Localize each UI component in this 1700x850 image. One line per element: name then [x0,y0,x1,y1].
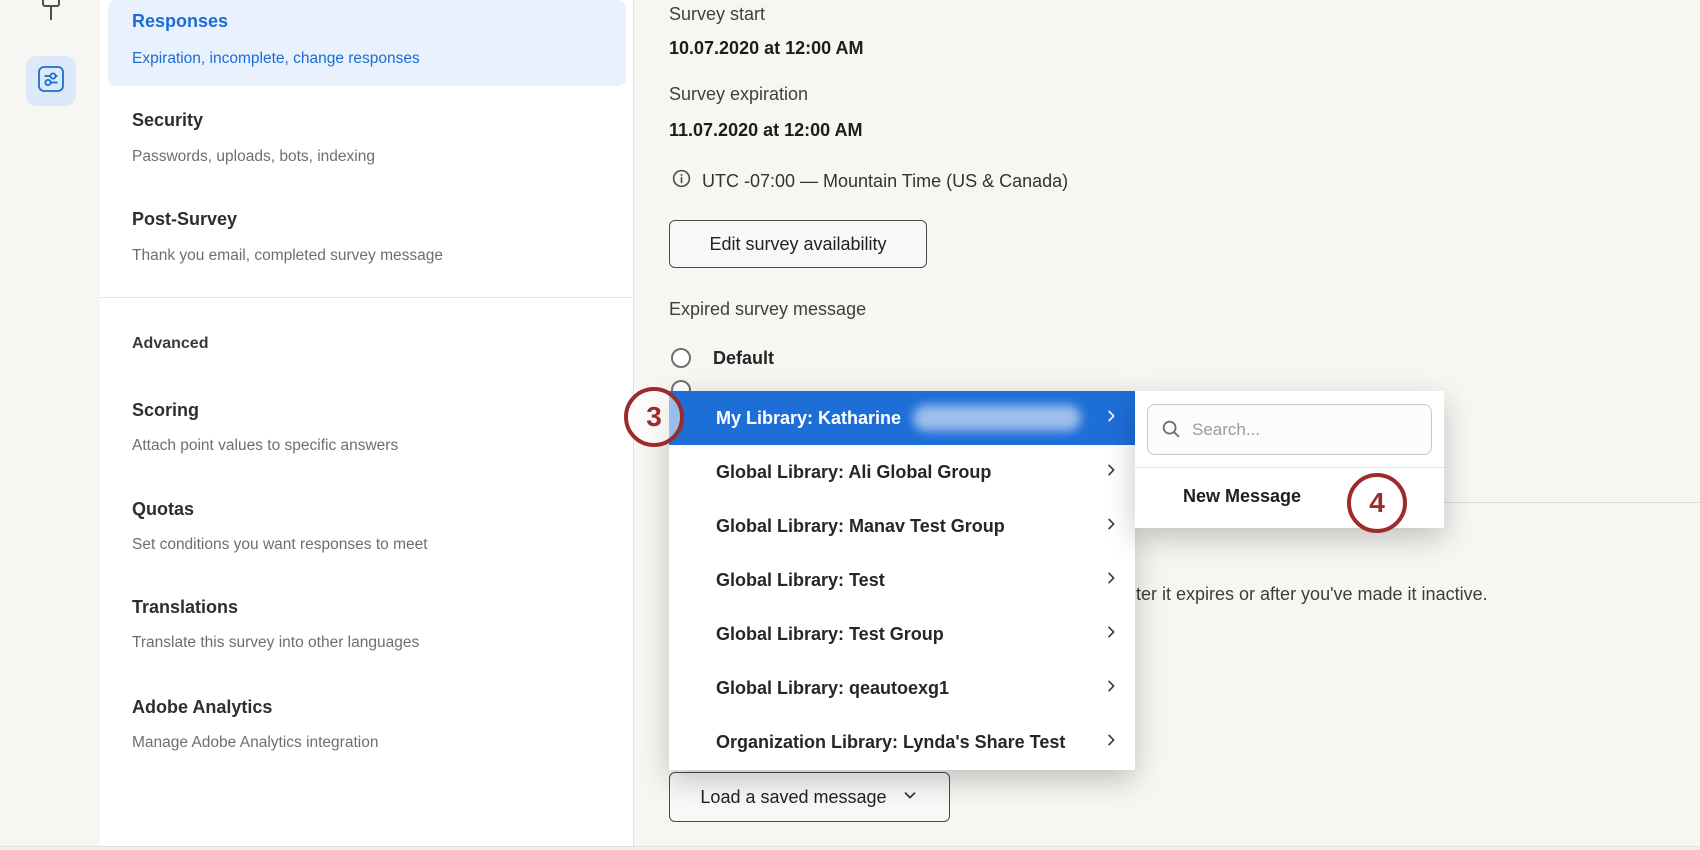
sidebar-item-security-desc: Passwords, uploads, bots, indexing [132,148,375,166]
menu-item-label: Organization Library: Lynda's Share Test [716,732,1065,753]
survey-options-screen: Responses Expiration, incomplete, change… [0,0,1700,850]
sidebar-section-advanced: Advanced [132,335,208,353]
sidebar-item-adobe-analytics-desc: Manage Adobe Analytics integration [132,734,378,752]
sidebar-item-translations-desc: Translate this survey into other languag… [132,634,419,652]
chevron-right-icon [1103,678,1119,699]
timezone-text: UTC -07:00 — Mountain Time (US & Canada) [702,171,1068,192]
survey-expiration-label: Survey expiration [669,84,808,105]
survey-start-value: 10.07.2020 at 12:00 AM [669,38,863,59]
sidebar-item-post-survey-desc: Thank you email, completed survey messag… [132,247,443,265]
sidebar-item-scoring-desc: Attach point values to specific answers [132,437,398,455]
menu-item-lyndas-share-test[interactable]: Organization Library: Lynda's Share Test [669,715,1135,769]
search-input[interactable] [1147,404,1432,455]
timezone-row: UTC -07:00 — Mountain Time (US & Canada) [671,168,1068,194]
menu-item-test[interactable]: Global Library: Test [669,553,1135,607]
chevron-right-icon [1103,624,1119,645]
menu-item-label: Global Library: qeautoexg1 [716,678,949,699]
chevron-right-icon [1103,516,1119,537]
menu-item-my-library[interactable]: My Library: Katharine [669,391,1135,445]
survey-expiration-value: 11.07.2020 at 12:00 AM [669,120,862,141]
step-annotation-4: 4 [1347,473,1407,533]
survey-options-icon [37,65,65,98]
search-icon [1160,418,1182,445]
search-box [1147,404,1432,455]
sidebar-item-quotas[interactable]: Quotas [132,499,194,520]
menu-item-ali-global-group[interactable]: Global Library: Ali Global Group [669,445,1135,499]
survey-options-tab[interactable] [26,56,76,106]
edit-survey-availability-button[interactable]: Edit survey availability [669,220,927,268]
bottom-edge [0,846,1700,850]
menu-item-label: Global Library: Manav Test Group [716,516,1005,537]
sidebar-item-security[interactable]: Security [132,110,203,131]
menu-item-test-group[interactable]: Global Library: Test Group [669,607,1135,661]
step-annotation-3: 3 [624,387,684,447]
settings-sidebar: Responses Expiration, incomplete, change… [100,0,634,847]
sidebar-item-translations[interactable]: Translations [132,597,238,618]
default-radio-label: Default [713,348,774,369]
sidebar-item-post-survey[interactable]: Post-Survey [132,209,237,230]
inactive-survey-note-fragment: ter it expires or after you've made it i… [1136,584,1488,605]
menu-item-label: Global Library: Ali Global Group [716,462,991,483]
chevron-right-icon [1103,462,1119,483]
chevron-right-icon [1103,408,1119,429]
sidebar-item-responses[interactable]: Responses [132,11,228,32]
sidebar-item-responses-desc: Expiration, incomplete, change responses [132,50,420,68]
menu-item-manav-test-group[interactable]: Global Library: Manav Test Group [669,499,1135,553]
menu-item-label: Global Library: Test Group [716,624,944,645]
info-icon [671,168,692,194]
chevron-right-icon [1103,570,1119,591]
sidebar-divider [100,297,634,298]
section-divider [1444,502,1700,503]
load-saved-message-button[interactable]: Load a saved message [669,772,950,822]
library-dropdown-menu: My Library: Katharine Global Library: Al… [669,391,1135,770]
chevron-right-icon [1103,732,1119,753]
menu-item-label: My Library: Katharine [716,408,901,429]
chevron-down-icon [901,786,919,809]
load-saved-message-label: Load a saved message [700,787,886,808]
sidebar-item-adobe-analytics[interactable]: Adobe Analytics [132,697,272,718]
redacted-name-blur [913,405,1081,431]
menu-item-qeautoexg1[interactable]: Global Library: qeautoexg1 [669,661,1135,715]
sidebar-item-scoring[interactable]: Scoring [132,400,199,421]
menu-item-label: Global Library: Test [716,570,885,591]
expired-survey-message-label: Expired survey message [669,299,866,320]
sidebar-item-quotas-desc: Set conditions you want responses to mee… [132,536,428,554]
survey-builder-icon[interactable] [40,0,62,22]
survey-start-label: Survey start [669,4,765,25]
default-radio[interactable] [671,348,691,368]
